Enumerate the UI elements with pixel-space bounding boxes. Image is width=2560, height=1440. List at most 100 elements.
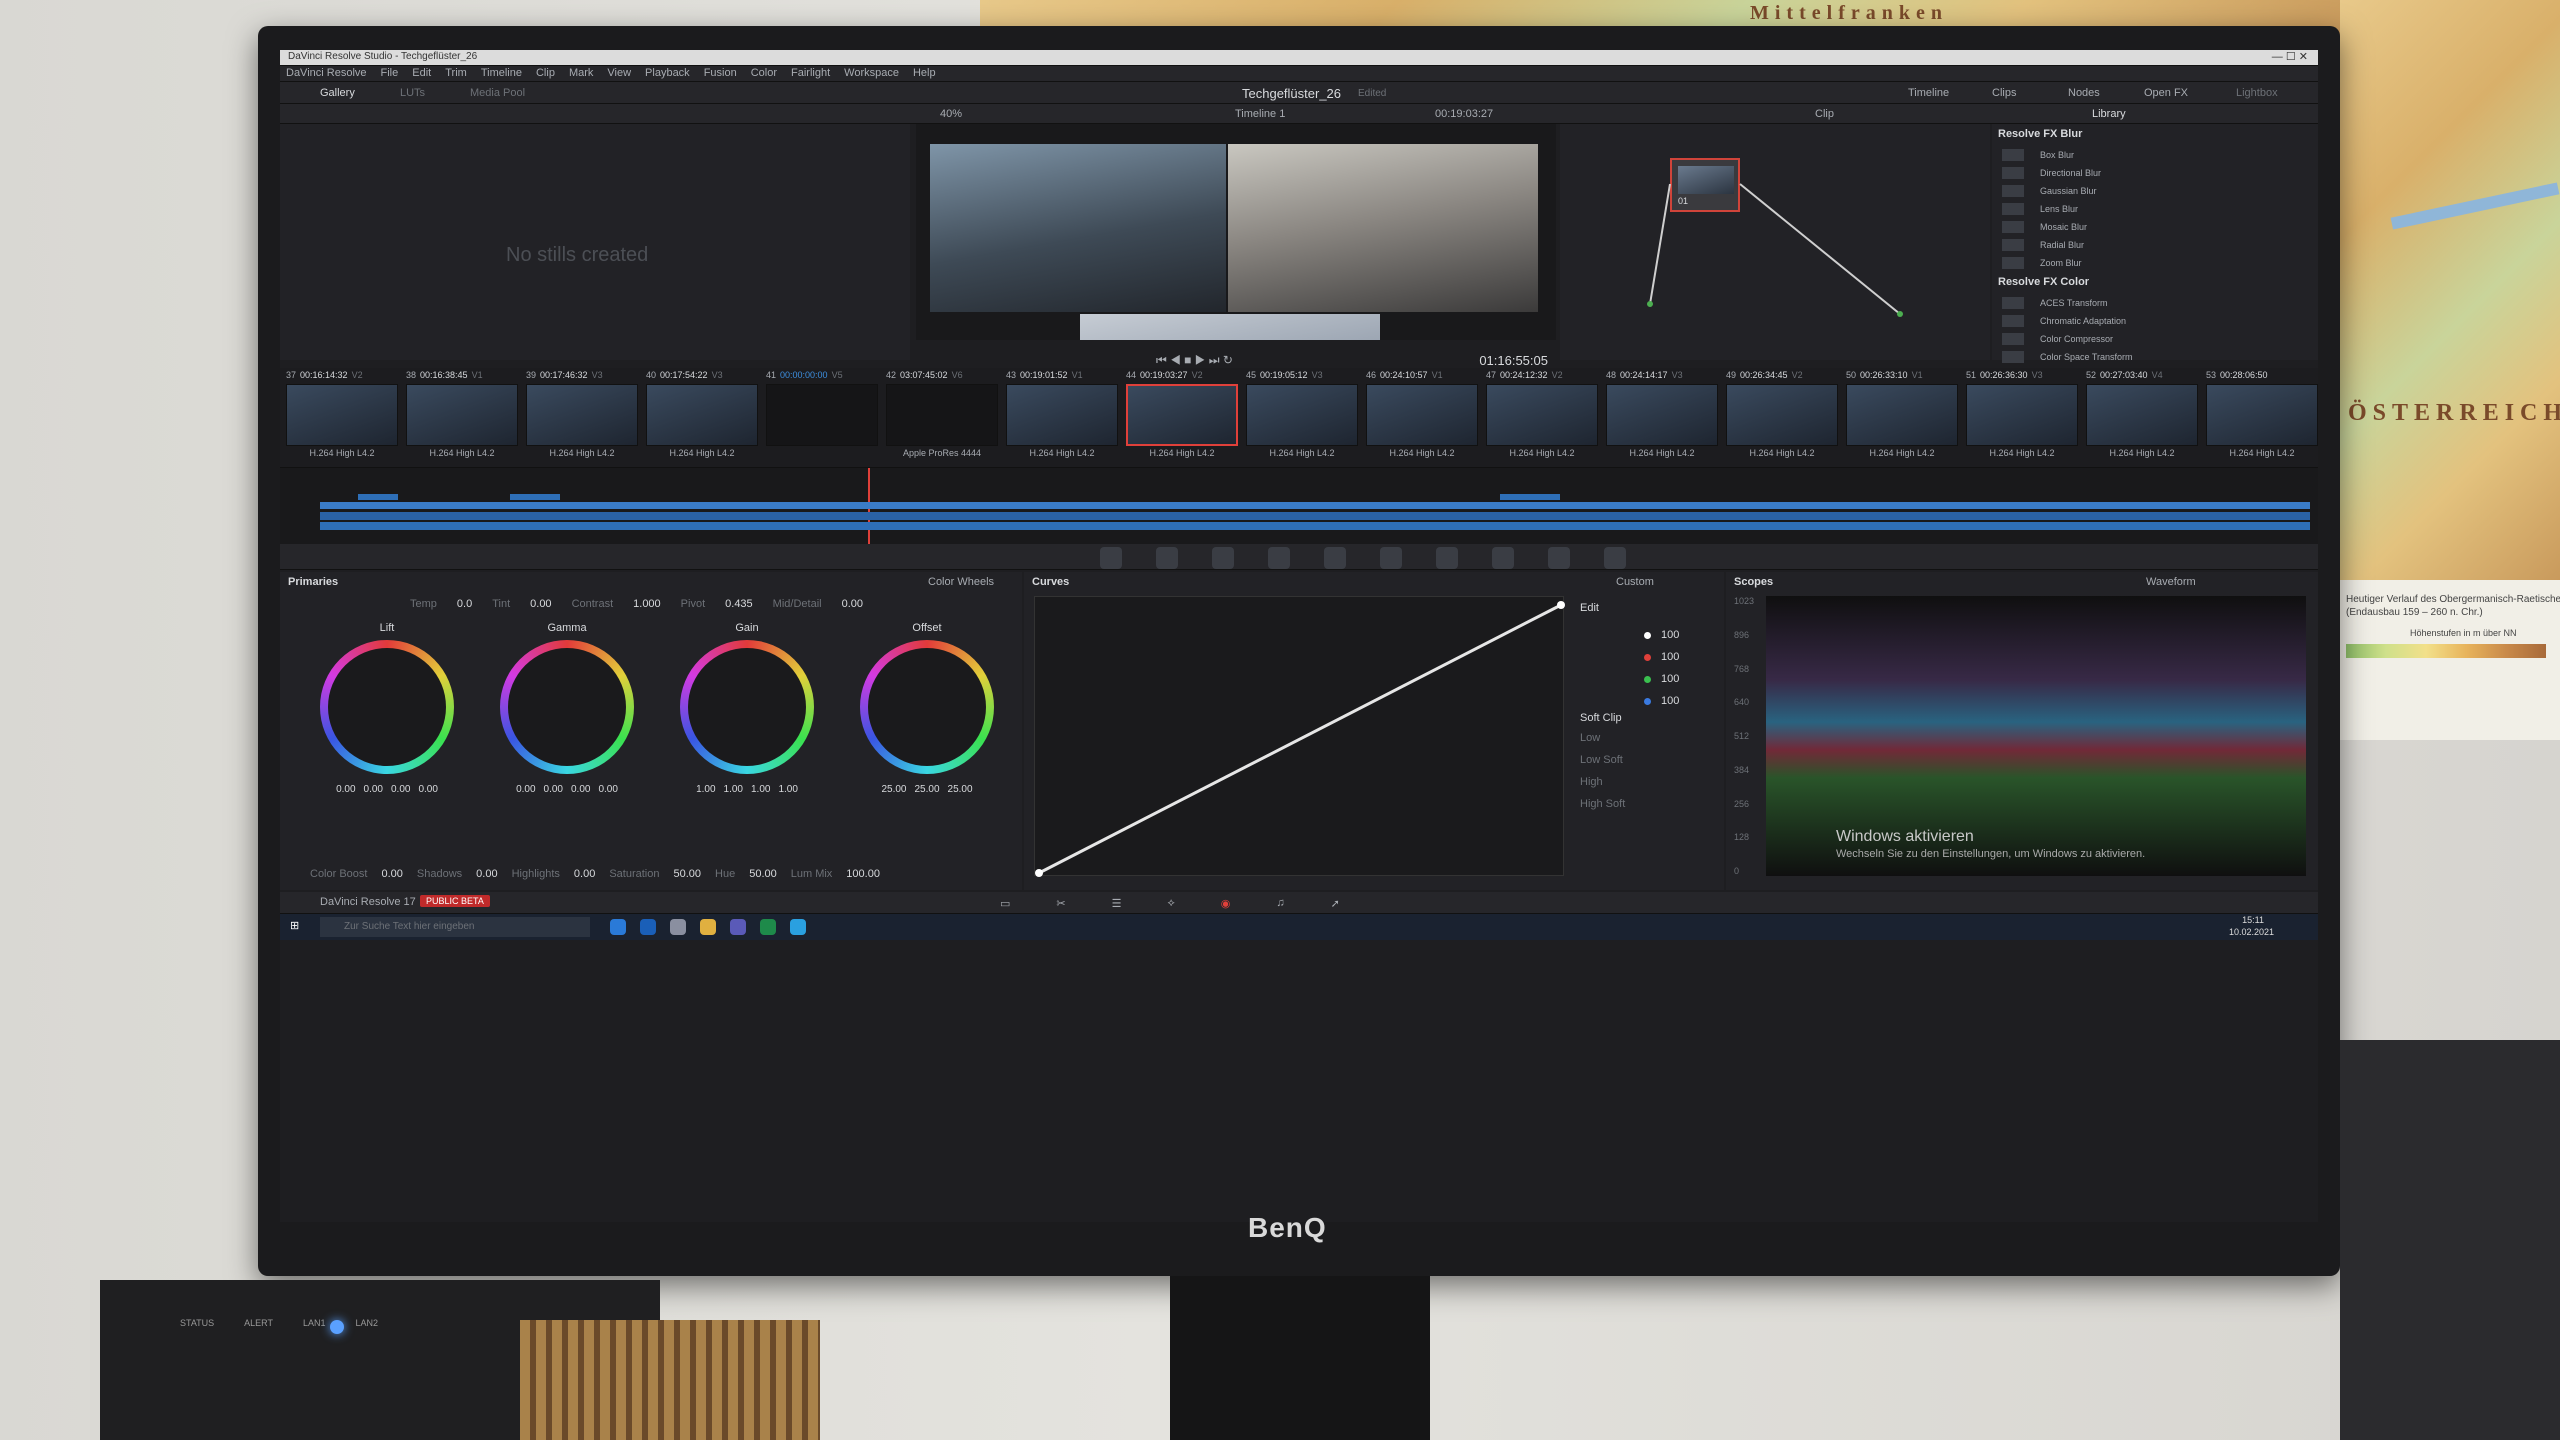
color-wheel[interactable] bbox=[500, 640, 634, 774]
window-icon[interactable] bbox=[1268, 547, 1290, 569]
wheel-value[interactable]: 0.00 bbox=[336, 784, 355, 795]
blur-icon[interactable] bbox=[1436, 547, 1458, 569]
excel-icon[interactable] bbox=[760, 919, 776, 935]
page-color-icon[interactable]: ◉ bbox=[1221, 897, 1231, 910]
wheel-value[interactable]: 25.00 bbox=[881, 784, 906, 795]
clip-item[interactable]: 49 00:26:34:45 V2 H.264 High L4.2 bbox=[1726, 370, 1838, 458]
color-fx-item[interactable]: Color Space Transform bbox=[2002, 348, 2133, 366]
clip-item[interactable]: 48 00:24:14:17 V3 H.264 High L4.2 bbox=[1606, 370, 1718, 458]
qualifier-icon[interactable] bbox=[1212, 547, 1234, 569]
wheel-value[interactable]: 25.00 bbox=[914, 784, 939, 795]
middetail-value[interactable]: 0.00 bbox=[842, 598, 863, 610]
menu-item[interactable]: Clip bbox=[536, 67, 555, 79]
contrast-value[interactable]: 1.000 bbox=[633, 598, 661, 610]
menu-item[interactable]: Help bbox=[913, 67, 936, 79]
tab-timeline[interactable]: Timeline bbox=[1908, 87, 1949, 99]
page-fairlight-icon[interactable]: ♫ bbox=[1276, 897, 1284, 910]
clip-item[interactable]: 43 00:19:01:52 V1 H.264 High L4.2 bbox=[1006, 370, 1118, 458]
clip-item[interactable]: 52 00:27:03:40 V4 H.264 High L4.2 bbox=[2086, 370, 2198, 458]
shadows-value[interactable]: 0.00 bbox=[476, 868, 497, 880]
key-icon[interactable] bbox=[1492, 547, 1514, 569]
clip-item[interactable]: 47 00:24:12:32 V2 H.264 High L4.2 bbox=[1486, 370, 1598, 458]
tab-clips[interactable]: Clips bbox=[1992, 87, 2016, 99]
clip-item[interactable]: 40 00:17:54:22 V3 H.264 High L4.2 bbox=[646, 370, 758, 458]
start-icon[interactable]: ⊞ bbox=[290, 919, 299, 932]
color-fx-item[interactable]: Color Compressor bbox=[2002, 330, 2133, 348]
wheel-value[interactable]: 0.00 bbox=[544, 784, 563, 795]
clip-item[interactable]: 51 00:26:36:30 V3 H.264 High L4.2 bbox=[1966, 370, 2078, 458]
3d-icon[interactable] bbox=[1604, 547, 1626, 569]
softclip-row[interactable]: High Soft bbox=[1580, 798, 1625, 820]
telegram-icon[interactable] bbox=[790, 919, 806, 935]
channel-row[interactable]: 100 bbox=[1644, 646, 1679, 668]
saturation-value[interactable]: 50.00 bbox=[673, 868, 701, 880]
pivot-value[interactable]: 0.435 bbox=[725, 598, 753, 610]
wheel-value[interactable]: 1.00 bbox=[696, 784, 715, 795]
hue-value[interactable]: 50.00 bbox=[749, 868, 777, 880]
library-tab[interactable]: Library bbox=[2092, 108, 2126, 120]
tab-luts[interactable]: LUTs bbox=[400, 87, 425, 99]
menu-item[interactable]: Timeline bbox=[481, 67, 522, 79]
channel-value[interactable]: 100 bbox=[1661, 695, 1679, 707]
page-deliver-icon[interactable]: ➚ bbox=[1331, 897, 1340, 910]
tab-gallery[interactable]: Gallery bbox=[320, 87, 355, 99]
clip-item[interactable]: 53 00:28:06:50 H.264 High L4.2 bbox=[2206, 370, 2318, 458]
page-media-icon[interactable]: ▭ bbox=[1000, 897, 1010, 910]
color-wheel[interactable] bbox=[320, 640, 454, 774]
colorboost-value[interactable]: 0.00 bbox=[381, 868, 402, 880]
tint-value[interactable]: 0.00 bbox=[530, 598, 551, 610]
clip-item[interactable]: 38 00:16:38:45 V1 H.264 High L4.2 bbox=[406, 370, 518, 458]
blur-item[interactable]: Gaussian Blur bbox=[2002, 182, 2101, 200]
wheel-value[interactable]: 1.00 bbox=[778, 784, 797, 795]
tab-media-pool[interactable]: Media Pool bbox=[470, 87, 525, 99]
wheel-value[interactable]: 1.00 bbox=[724, 784, 743, 795]
color-wheel[interactable] bbox=[860, 640, 994, 774]
clip-selector[interactable]: Clip bbox=[1815, 108, 1834, 120]
timeline-selector[interactable]: Timeline 1 bbox=[1235, 108, 1285, 120]
clip-item[interactable]: 42 03:07:45:02 V6 Apple ProRes 4444 bbox=[886, 370, 998, 458]
magic-mask-icon[interactable] bbox=[1380, 547, 1402, 569]
page-edit-icon[interactable]: ☰ bbox=[1112, 897, 1122, 910]
wheel-value[interactable]: 0.00 bbox=[516, 784, 535, 795]
zoom-selector[interactable]: 40% bbox=[940, 108, 962, 120]
channel-row[interactable]: 100 bbox=[1644, 624, 1679, 646]
menu-item[interactable]: Fairlight bbox=[791, 67, 830, 79]
primaries-mode[interactable]: Color Wheels bbox=[928, 576, 994, 588]
wheel-value[interactable]: 0.00 bbox=[418, 784, 437, 795]
color-warper-icon[interactable] bbox=[1156, 547, 1178, 569]
wheel-value[interactable]: 25.00 bbox=[948, 784, 973, 795]
blur-item[interactable]: Box Blur bbox=[2002, 146, 2101, 164]
tab-open-fx[interactable]: Open FX bbox=[2144, 87, 2188, 99]
curve-graph[interactable] bbox=[1034, 596, 1565, 877]
davinci-icon[interactable] bbox=[670, 919, 686, 935]
softclip-row[interactable]: Low Soft bbox=[1580, 754, 1625, 776]
menu-item[interactable]: File bbox=[381, 67, 399, 79]
tab-lightbox[interactable]: Lightbox bbox=[2236, 87, 2278, 99]
highlights-value[interactable]: 0.00 bbox=[574, 868, 595, 880]
menu-item[interactable]: Color bbox=[751, 67, 777, 79]
explorer-icon[interactable] bbox=[700, 919, 716, 935]
window-controls[interactable]: — ☐ ✕ bbox=[2272, 50, 2308, 63]
wheel-value[interactable]: 0.00 bbox=[571, 784, 590, 795]
edge-icon[interactable] bbox=[610, 919, 626, 935]
menu-item[interactable]: Workspace bbox=[844, 67, 899, 79]
color-fx-item[interactable]: Chromatic Adaptation bbox=[2002, 312, 2133, 330]
curves-mode[interactable]: Custom bbox=[1616, 576, 1654, 588]
curves-palette-icon[interactable] bbox=[1100, 547, 1122, 569]
wheel-value[interactable]: 0.00 bbox=[598, 784, 617, 795]
blur-item[interactable]: Mosaic Blur bbox=[2002, 218, 2101, 236]
lummix-value[interactable]: 100.00 bbox=[846, 868, 880, 880]
blur-item[interactable]: Lens Blur bbox=[2002, 200, 2101, 218]
teams-icon[interactable] bbox=[730, 919, 746, 935]
menu-item[interactable]: Trim bbox=[445, 67, 467, 79]
transport-controls[interactable]: ⏮ ◀ ■ ▶ ⏭ ↻ bbox=[1156, 353, 1233, 368]
clip-item[interactable]: 44 00:19:03:27 V2 H.264 High L4.2 bbox=[1126, 370, 1238, 458]
tracker-icon[interactable] bbox=[1324, 547, 1346, 569]
wheel-value[interactable]: 1.00 bbox=[751, 784, 770, 795]
clip-item[interactable]: 50 00:26:33:10 V1 H.264 High L4.2 bbox=[1846, 370, 1958, 458]
scopes-mode[interactable]: Waveform bbox=[2146, 576, 2196, 588]
clip-item[interactable]: 37 00:16:14:32 V2 H.264 High L4.2 bbox=[286, 370, 398, 458]
blur-item[interactable]: Directional Blur bbox=[2002, 164, 2101, 182]
tab-nodes[interactable]: Nodes bbox=[2068, 87, 2100, 99]
channel-row[interactable]: 100 bbox=[1644, 690, 1679, 712]
